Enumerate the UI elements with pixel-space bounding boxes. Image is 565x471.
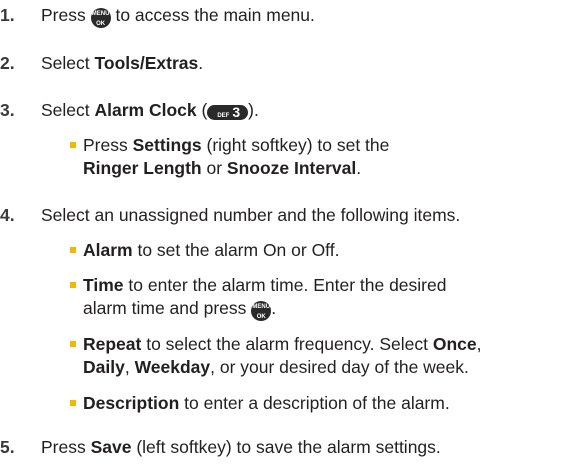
step-text: Select an unassigned number and the foll… bbox=[41, 205, 461, 225]
subitem-text: Press Settings (right softkey) to set th… bbox=[83, 134, 389, 180]
text-part: to enter the alarm time. Enter the desir… bbox=[123, 275, 447, 295]
step-text-part: to access the main menu. bbox=[110, 5, 315, 25]
step-text-part: ( bbox=[196, 100, 208, 120]
menu-ok-key-icon: MENU OK bbox=[251, 301, 272, 321]
text-line: Press Settings (right softkey) to set th… bbox=[83, 134, 389, 157]
key-label: OK bbox=[96, 21, 106, 27]
step-text-part: Select bbox=[41, 100, 95, 120]
key-label: MENU bbox=[252, 304, 271, 310]
key-label: MENU bbox=[91, 11, 110, 17]
step-text-bold: Save bbox=[90, 437, 132, 457]
step-text-bold: Alarm Clock bbox=[94, 100, 197, 120]
text-bold: Daily bbox=[83, 357, 125, 377]
text-line: Daily, Weekday, or your desired day of t… bbox=[83, 356, 482, 379]
step-text-part: . bbox=[198, 53, 204, 73]
text-line: Repeat to select the alarm frequency. Se… bbox=[83, 333, 482, 356]
step-number: 2. bbox=[0, 53, 15, 73]
step-number: 4. bbox=[0, 205, 15, 225]
text-line: alarm time and press MENU OK. bbox=[83, 297, 446, 321]
subitem-text: Description to enter a description of th… bbox=[83, 392, 450, 415]
step-text-part: ). bbox=[248, 100, 259, 120]
step-text: Press Save (left softkey) to save the al… bbox=[41, 437, 441, 458]
text-bold: Repeat bbox=[83, 334, 142, 354]
step-text-part: Press bbox=[41, 5, 91, 25]
text-part: or bbox=[201, 158, 227, 178]
text-part: to set the alarm On or Off. bbox=[132, 240, 340, 260]
text-line: Alarm to set the alarm On or Off. bbox=[83, 239, 339, 262]
text-bold: Settings bbox=[132, 135, 202, 155]
text-part: . bbox=[271, 298, 277, 318]
step-text: Select Alarm Clock (DEF 3). bbox=[41, 100, 259, 121]
step-text-part: Press bbox=[41, 437, 91, 457]
bullet-icon bbox=[70, 142, 76, 148]
text-part: alarm time and press bbox=[83, 298, 252, 318]
text-part: (right softkey) to set the bbox=[201, 135, 390, 155]
step-number: 1. bbox=[0, 5, 15, 25]
key-label: OK bbox=[256, 314, 266, 320]
step-text-part: (left softkey) to save the alarm setting… bbox=[131, 437, 441, 457]
text-part: Press bbox=[83, 135, 133, 155]
text-part: , bbox=[476, 334, 482, 354]
menu-ok-key-icon: MENU OK bbox=[90, 8, 111, 28]
key-label: DEF bbox=[217, 113, 230, 119]
text-part: to enter a description of the alarm. bbox=[179, 393, 450, 413]
step-text-bold: Tools/Extras bbox=[94, 53, 199, 73]
text-bold: Snooze Interval bbox=[226, 158, 357, 178]
key-label: 3 bbox=[232, 104, 241, 120]
bullet-icon bbox=[70, 400, 76, 406]
subitem-text: Alarm to set the alarm On or Off. bbox=[83, 239, 339, 262]
text-bold: Once bbox=[432, 334, 477, 354]
text-bold: Time bbox=[83, 275, 124, 295]
text-part: . bbox=[356, 158, 362, 178]
step-text: Press MENU OK to access the main menu. bbox=[41, 5, 315, 28]
bullet-icon bbox=[70, 247, 76, 253]
text-line: Description to enter a description of th… bbox=[83, 392, 450, 415]
text-line: Ringer Length or Snooze Interval. bbox=[83, 157, 389, 180]
text-part: , bbox=[124, 357, 135, 377]
text-line: Time to enter the alarm time. Enter the … bbox=[83, 274, 446, 297]
instruction-page: 1. Press MENU OK to access the main menu.… bbox=[0, 0, 565, 471]
text-bold: Description bbox=[83, 393, 180, 413]
def-3-key-icon: DEF 3 bbox=[207, 104, 249, 120]
subitem-text: Time to enter the alarm time. Enter the … bbox=[83, 274, 446, 321]
text-part: to select the alarm frequency. Select bbox=[141, 334, 433, 354]
bullet-icon bbox=[70, 282, 76, 288]
step-number: 5. bbox=[0, 437, 15, 457]
step-text: Select Tools/Extras. bbox=[41, 53, 203, 74]
text-bold: Alarm bbox=[83, 240, 133, 260]
text-part: , or your desired day of the week. bbox=[210, 357, 469, 377]
step-text-part: Select bbox=[41, 53, 95, 73]
step-number: 3. bbox=[0, 100, 15, 120]
subitem-text: Repeat to select the alarm frequency. Se… bbox=[83, 333, 482, 379]
text-bold: Weekday bbox=[134, 357, 211, 377]
text-bold: Ringer Length bbox=[83, 158, 202, 178]
bullet-icon bbox=[70, 341, 76, 347]
